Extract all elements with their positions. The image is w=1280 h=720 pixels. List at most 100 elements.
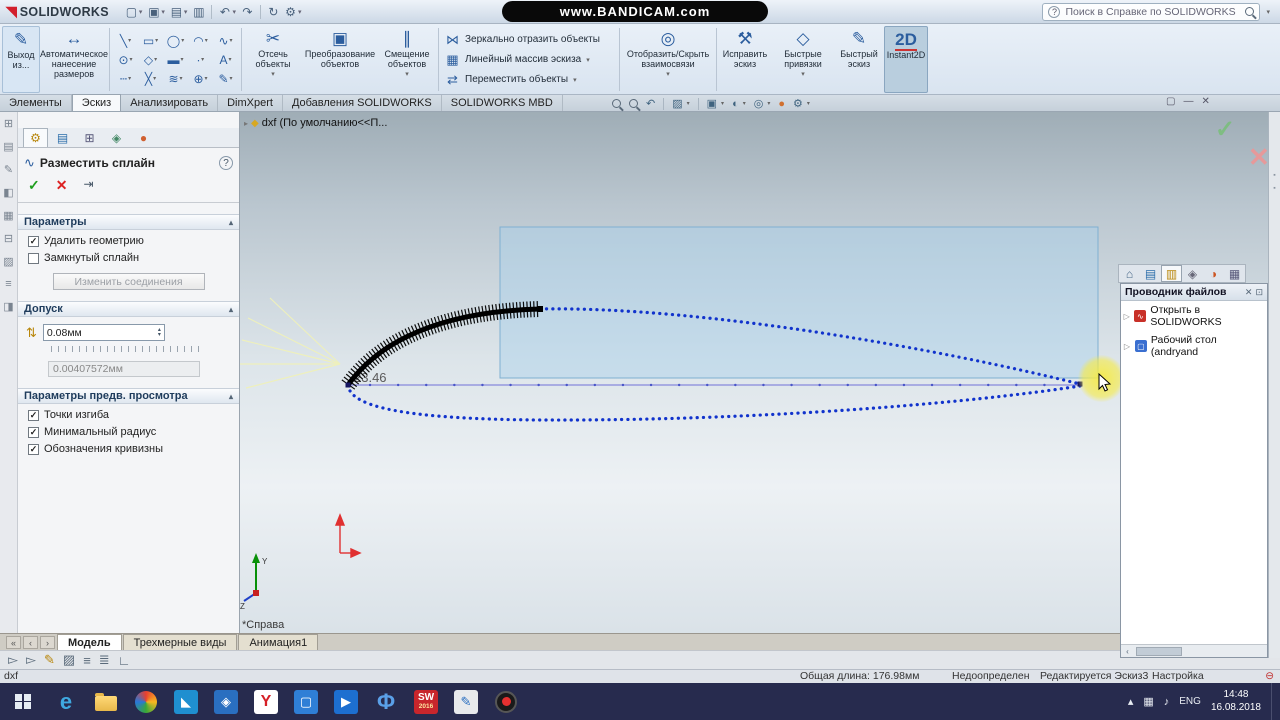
tab-feature-manager[interactable]: ▤ xyxy=(50,129,75,147)
spline-point[interactable] xyxy=(537,306,543,312)
checkbox-box[interactable] xyxy=(28,252,39,264)
text-tool-button[interactable]: A ▾ xyxy=(213,50,238,69)
close-window-icon[interactable]: ✕ xyxy=(1201,96,1209,107)
chevron-down-icon[interactable]: ▾ xyxy=(298,8,302,16)
tab-scroll-right-button[interactable]: › xyxy=(40,636,55,649)
repair-sketch-button[interactable]: ⚒ Исправить эскиз xyxy=(718,26,772,93)
checkbox-box[interactable]: ✓ xyxy=(28,235,39,247)
tab-sketch[interactable]: Эскиз xyxy=(71,94,122,111)
help-search-input[interactable]: ? Поиск в Справке по SOLIDWORKS xyxy=(1042,2,1261,21)
strip-handle-icon[interactable]: ▪ xyxy=(1273,185,1275,192)
expand-icon[interactable]: ▷ xyxy=(1123,312,1130,321)
photos-app-icon[interactable]: ◣ xyxy=(166,683,206,720)
edit-appearance-icon[interactable]: ● xyxy=(778,98,785,110)
start-button[interactable] xyxy=(0,683,46,720)
ellipse-tool-button[interactable]: ▬ ▾ xyxy=(163,50,188,69)
left-tool-icon[interactable]: ⊞ xyxy=(4,117,13,130)
tab-scroll-left-button[interactable]: ‹ xyxy=(23,636,38,649)
tab-custom-properties[interactable]: ▦ xyxy=(1224,265,1245,282)
paint-app-icon[interactable]: ✎ xyxy=(446,683,486,720)
save-button[interactable]: ▤ xyxy=(168,3,185,21)
solidworks-taskbar-icon[interactable]: SW 2016 xyxy=(406,683,446,720)
spline-endpoint[interactable] xyxy=(345,382,351,388)
left-tool-icon[interactable]: ⊟ xyxy=(4,232,13,245)
tab-view-palette[interactable]: ◈ xyxy=(1182,265,1203,282)
tab-animation1[interactable]: Анимация1 xyxy=(238,634,319,650)
instant2d-button[interactable]: 2D Instant2D xyxy=(884,26,928,93)
print-button[interactable]: ▥ xyxy=(190,3,207,21)
show-desktop-button[interactable] xyxy=(1271,683,1276,720)
hide-show-items-icon[interactable]: ◎ xyxy=(754,97,764,110)
image-viewer-icon[interactable]: ▢ xyxy=(286,683,326,720)
view-settings-icon[interactable]: ⚙ xyxy=(793,97,803,110)
phi-app-icon[interactable]: Φ xyxy=(366,683,406,720)
checkbox-curvature-combs[interactable]: ✓ Обозначения кривизны xyxy=(18,438,239,455)
left-tool-icon[interactable]: ▤ xyxy=(3,140,13,153)
section-preview-options[interactable]: Параметры предв. просмотра ▴ xyxy=(18,388,239,404)
left-tool-icon[interactable]: ▨ xyxy=(3,255,13,268)
construction-tool-button[interactable]: ╳ ▾ xyxy=(138,69,163,88)
display-style-icon[interactable]: ◐ xyxy=(732,98,739,110)
tolerance-input[interactable]: 0.08мм ▴ ▾ xyxy=(42,324,165,341)
store-app-icon[interactable]: ◈ xyxy=(206,683,246,720)
section-parameters[interactable]: Параметры ▴ xyxy=(18,214,239,230)
left-tool-icon[interactable]: ◧ xyxy=(3,186,13,199)
spline-lower-curve[interactable] xyxy=(346,383,1082,422)
zoom-to-fit-icon[interactable] xyxy=(612,99,621,108)
feature-tree-flyout[interactable]: ▸ ◆ dxf (По умолчанию<<П... xyxy=(244,117,387,129)
line-tool-button[interactable]: ╲ ▾ xyxy=(113,31,138,50)
exit-sketch-button[interactable]: ✎ Выход из... xyxy=(2,26,40,93)
scroll-left-icon[interactable]: ‹ xyxy=(1121,647,1134,656)
selection-rectangle[interactable] xyxy=(499,226,1099,379)
spline-tool-button[interactable]: ∿ ▾ xyxy=(213,31,238,50)
status-custom[interactable]: Настройка xyxy=(1152,670,1204,682)
edge-browser-icon[interactable]: e xyxy=(46,683,86,720)
filter-lines-icon[interactable]: ≣ xyxy=(99,652,110,668)
file-explorer-taskbar-icon[interactable] xyxy=(86,683,126,720)
offset-entities-button[interactable]: ∥ Смещение объектов ▾ xyxy=(377,26,437,93)
filter-pencil-icon[interactable]: ✎ xyxy=(44,652,55,668)
confirmation-accept-icon[interactable]: ✓ xyxy=(1215,115,1235,144)
tab-file-explorer[interactable]: ▥ xyxy=(1161,265,1182,282)
centerline-tool-button[interactable]: ┄ ▾ xyxy=(113,69,138,88)
checkbox-closed-spline[interactable]: Замкнутый сплайн xyxy=(18,247,239,264)
tab-resources[interactable]: ⌂ xyxy=(1119,265,1140,282)
tab-scroll-first-button[interactable]: « xyxy=(6,636,21,649)
tab-property-manager[interactable]: ⚙ xyxy=(23,128,48,147)
filter-list-icon[interactable]: ≡ xyxy=(83,653,91,668)
convert-entities-button[interactable]: ▣ Преобразование объектов xyxy=(303,26,377,93)
new-document-button[interactable]: ▢ xyxy=(123,3,140,21)
rapid-sketch-button[interactable]: ✎ Быстрый эскиз xyxy=(834,26,884,93)
tree-item-open-in-solidworks[interactable]: ▷ ∿ Открыть в SOLIDWORKS xyxy=(1121,301,1267,331)
filter-hatch-icon[interactable]: ▨ xyxy=(63,652,75,668)
yandex-browser-icon[interactable]: Y xyxy=(246,683,286,720)
tray-app-icon[interactable]: ▦ xyxy=(1143,695,1153,708)
linear-pattern-button[interactable]: ▦ Линейный массив эскиза ▾ xyxy=(445,52,613,68)
expand-icon[interactable]: ▷ xyxy=(1123,342,1131,351)
tab-dimxpert-manager[interactable]: ◈ xyxy=(104,129,129,147)
zoom-to-area-icon[interactable] xyxy=(629,99,638,108)
graphics-viewport[interactable]: 23.46 Y Z ▸ ◆ dxf (По умолчанию<<П... ✓ … xyxy=(240,112,1270,633)
sketch-pencil-button[interactable]: ✎ ▾ xyxy=(213,69,238,88)
tab-display-manager[interactable]: ● xyxy=(131,129,156,147)
tab-features[interactable]: Элементы xyxy=(0,95,72,111)
left-tool-icon[interactable]: ▦ xyxy=(3,209,13,222)
filter-tool-icon[interactable]: ▻ xyxy=(26,652,36,668)
tree-item-desktop[interactable]: ▷ ▢ Рабочий стол (andryand xyxy=(1121,331,1267,361)
chevron-down-icon[interactable]: ▾ xyxy=(139,8,143,16)
horizontal-scrollbar[interactable]: ‹ xyxy=(1121,644,1267,657)
media-player-icon[interactable]: ▶ xyxy=(326,683,366,720)
checkbox-inflection-points[interactable]: ✓ Точки изгиба xyxy=(18,404,239,421)
tab-model[interactable]: Модель xyxy=(57,634,122,650)
volume-icon[interactable]: ♪ xyxy=(1164,696,1170,708)
wave-tool-button[interactable]: ≋ ▾ xyxy=(163,69,188,88)
rebuild-button[interactable]: ↻ xyxy=(265,3,282,21)
tab-evaluate[interactable]: Анализировать xyxy=(121,95,219,111)
rectangle-tool-button[interactable]: ▭ ▾ xyxy=(138,31,163,50)
dock-icon[interactable]: ⊡ xyxy=(1255,287,1263,298)
tab-design-library[interactable]: ▤ xyxy=(1140,265,1161,282)
checkbox-minimum-radius[interactable]: ✓ Минимальный радиус xyxy=(18,421,239,438)
smart-dimension-button[interactable]: ↔ Автоматическое нанесение размеров xyxy=(40,26,108,93)
checkbox-delete-geometry[interactable]: ✓ Удалить геометрию xyxy=(18,230,239,247)
left-tool-icon[interactable]: ✎ xyxy=(4,163,13,176)
